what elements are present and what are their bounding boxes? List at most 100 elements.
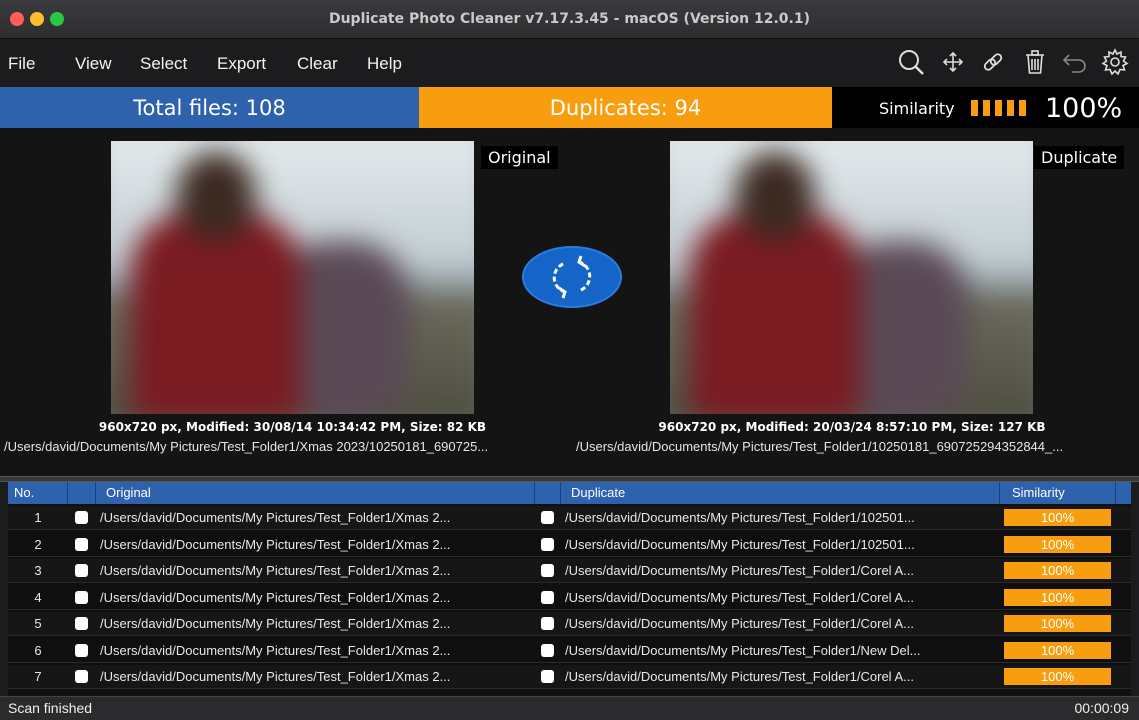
similarity-meter-bar (995, 100, 1002, 116)
original-photo-image (111, 141, 474, 414)
similarity-value: 100% (1045, 93, 1123, 124)
similarity-meter-bar (1007, 100, 1014, 116)
title-bar: Duplicate Photo Cleaner v7.17.3.45 - mac… (0, 0, 1139, 39)
original-path: /Users/david/Documents/My Pictures/Test_… (4, 439, 489, 454)
window-title: Duplicate Photo Cleaner v7.17.3.45 - mac… (328, 11, 811, 27)
duplicate-checkbox[interactable] (541, 643, 554, 657)
menu-select[interactable]: Select (140, 54, 187, 74)
undo-icon[interactable] (1060, 47, 1090, 77)
move-icon[interactable] (938, 47, 968, 77)
original-checkbox[interactable] (75, 537, 88, 551)
duplicate-photo-image (670, 141, 1033, 414)
row-duplicate-path: /Users/david/Documents/My Pictures/Test_… (565, 589, 914, 605)
row-original-path: /Users/david/Documents/My Pictures/Test_… (100, 669, 451, 684)
row-original-path: /Users/david/Documents/My Pictures/Test_… (100, 589, 451, 605)
row-original-path: /Users/david/Documents/My Pictures/Test_… (100, 536, 451, 552)
duplicate-checkbox[interactable] (541, 670, 554, 683)
row-number: 6 (34, 642, 42, 658)
table-body: 1/Users/david/Documents/My Pictures/Test… (8, 506, 1131, 696)
row-original-path: /Users/david/Documents/My Pictures/Test_… (100, 563, 451, 578)
similarity-meter (971, 100, 1028, 116)
original-checkbox[interactable] (75, 564, 88, 577)
row-duplicate-path: /Users/david/Documents/My Pictures/Test_… (565, 536, 915, 552)
menu-clear[interactable]: Clear (297, 54, 338, 74)
original-checkbox[interactable] (75, 643, 88, 657)
swap-icon (552, 255, 592, 299)
results-table: No. Original Duplicate Similarity 1/User… (8, 482, 1131, 696)
row-duplicate-path: /Users/david/Documents/My Pictures/Test_… (565, 616, 914, 631)
total-files-panel: Total files: 108 (0, 87, 419, 128)
header-similarity[interactable]: Similarity (1000, 482, 1116, 504)
table-row[interactable]: 5/Users/david/Documents/My Pictures/Test… (8, 612, 1131, 636)
duplicates-text: Duplicates: 94 (549, 96, 702, 120)
header-duplicate[interactable]: Duplicate (561, 482, 1000, 504)
similarity-label: Similarity (879, 99, 955, 118)
similarity-panel: Similarity 100% (832, 87, 1139, 128)
row-duplicate-path: /Users/david/Documents/My Pictures/Test_… (565, 669, 914, 684)
menu-export[interactable]: Export (217, 54, 266, 74)
row-similarity: 100% (1004, 588, 1111, 606)
original-checkbox[interactable] (75, 511, 88, 524)
status-message: Scan finished (8, 700, 93, 716)
row-number: 5 (34, 616, 42, 631)
duplicate-path: /Users/david/Documents/My Pictures/Test_… (576, 439, 1064, 454)
swap-button[interactable] (522, 246, 622, 308)
original-meta: 960x720 px, Modified: 30/08/14 10:34:42 … (98, 420, 487, 434)
trash-icon[interactable] (1020, 47, 1050, 77)
table-header: No. Original Duplicate Similarity (8, 482, 1131, 504)
table-row[interactable]: 1/Users/david/Documents/My Pictures/Test… (8, 506, 1131, 530)
original-checkbox[interactable] (75, 617, 88, 630)
original-photo[interactable] (111, 141, 474, 414)
header-original[interactable]: Original (96, 482, 535, 504)
duplicate-meta: 960x720 px, Modified: 20/03/24 8:57:10 P… (658, 420, 1046, 434)
menu-bar: File View Select Export Clear Help (0, 39, 1139, 87)
duplicate-checkbox[interactable] (541, 564, 554, 577)
duplicates-panel: Duplicates: 94 (419, 87, 832, 128)
stats-bar: Total files: 108 Duplicates: 94 Similari… (0, 87, 1139, 128)
duplicate-checkbox[interactable] (541, 590, 554, 604)
row-number: 1 (34, 510, 42, 525)
similarity-meter-bar (1019, 100, 1026, 116)
header-duplicate-check[interactable] (535, 482, 561, 504)
row-number: 7 (34, 669, 42, 684)
header-no[interactable]: No. (8, 482, 68, 504)
row-similarity: 100% (1004, 562, 1111, 579)
total-files-text: Total files: 108 (133, 96, 286, 120)
row-similarity: 100% (1004, 535, 1111, 553)
menu-help[interactable]: Help (367, 54, 402, 74)
row-similarity: 100% (1004, 668, 1111, 685)
table-row[interactable]: 7/Users/david/Documents/My Pictures/Test… (8, 665, 1131, 689)
duplicate-photo[interactable] (670, 141, 1033, 414)
row-similarity: 100% (1004, 615, 1111, 632)
duplicate-checkbox[interactable] (541, 537, 554, 551)
settings-icon[interactable] (1100, 47, 1130, 77)
link-icon[interactable] (978, 47, 1008, 77)
row-number: 4 (34, 589, 42, 605)
row-number: 2 (34, 536, 42, 552)
original-checkbox[interactable] (75, 670, 88, 683)
duplicate-checkbox[interactable] (541, 511, 554, 524)
menu-view[interactable]: View (75, 54, 112, 74)
original-tag: Original (481, 146, 558, 169)
row-similarity: 100% (1004, 641, 1111, 659)
table-row[interactable]: 2/Users/david/Documents/My Pictures/Test… (8, 533, 1131, 557)
similarity-meter-bar (983, 100, 990, 116)
row-original-path: /Users/david/Documents/My Pictures/Test_… (100, 510, 451, 525)
duplicate-tag: Duplicate (1034, 146, 1125, 169)
row-original-path: /Users/david/Documents/My Pictures/Test_… (100, 616, 451, 631)
table-row[interactable]: 4/Users/david/Documents/My Pictures/Test… (8, 586, 1131, 610)
row-original-path: /Users/david/Documents/My Pictures/Test_… (100, 642, 451, 658)
table-row[interactable]: 3/Users/david/Documents/My Pictures/Test… (8, 559, 1131, 583)
row-similarity: 100% (1004, 509, 1111, 526)
table-row[interactable]: 6/Users/david/Documents/My Pictures/Test… (8, 639, 1131, 663)
row-duplicate-path: /Users/david/Documents/My Pictures/Test_… (565, 563, 914, 578)
row-duplicate-path: /Users/david/Documents/My Pictures/Test_… (565, 510, 915, 525)
search-icon[interactable] (896, 47, 926, 77)
elapsed-time: 00:00:09 (1074, 700, 1130, 716)
menu-file[interactable]: File (8, 54, 35, 74)
duplicate-checkbox[interactable] (541, 617, 554, 630)
preview-panel: Original Duplicate 960x720 px, Modified:… (0, 128, 1139, 478)
header-original-check[interactable] (68, 482, 96, 504)
similarity-meter-bar (971, 100, 978, 116)
original-checkbox[interactable] (75, 590, 88, 604)
